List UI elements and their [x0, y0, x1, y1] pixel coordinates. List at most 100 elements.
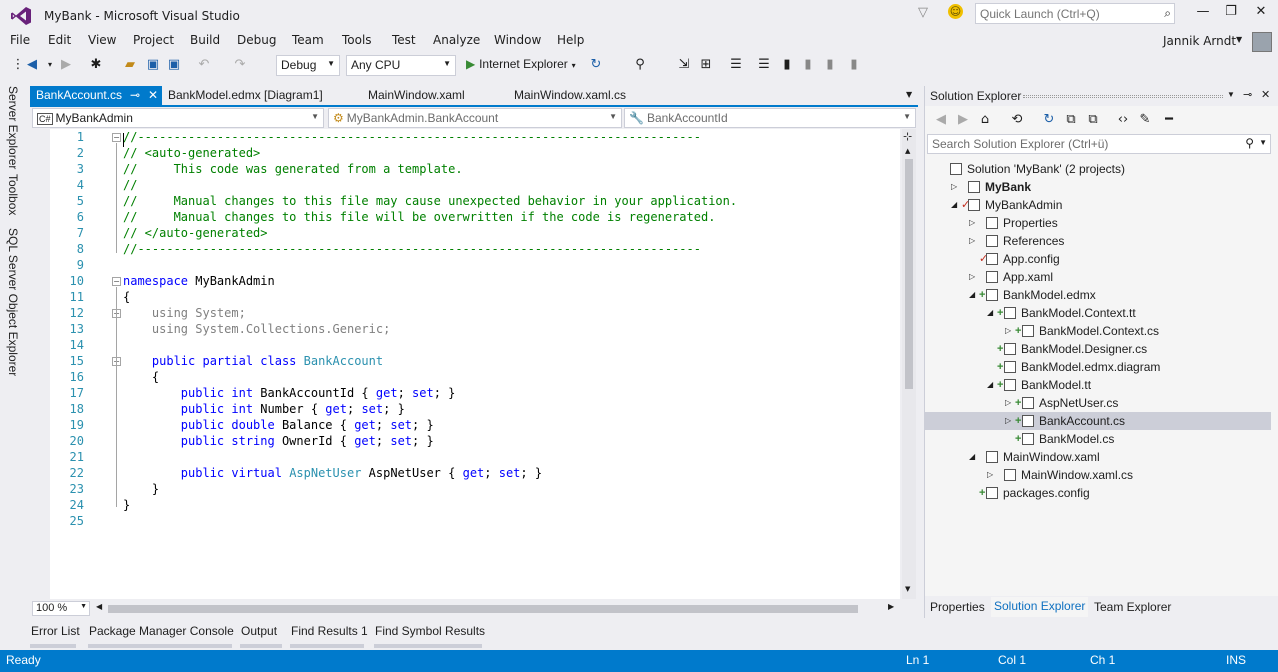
breakpoint-window-icon[interactable]: ⊞ [698, 57, 714, 72]
tree-item[interactable]: ▷ References [925, 232, 1271, 250]
save-all-icon[interactable]: ▣ [166, 57, 182, 72]
collapse-arrow-icon[interactable]: ◢ [987, 376, 993, 394]
tab-find-symbol-results[interactable]: Find Symbol Results [375, 624, 485, 638]
tab-solution-explorer[interactable]: Solution Explorer [991, 597, 1089, 617]
save-icon[interactable]: ▣ [145, 57, 161, 72]
tab-find-results-1[interactable]: Find Results 1 [291, 624, 368, 638]
quick-launch-input[interactable] [976, 4, 1156, 23]
notifications-icon[interactable]: ▽ [918, 5, 928, 20]
solution-configuration-combo[interactable]: Debug ▼ [276, 55, 340, 76]
scroll-up-icon[interactable]: ▲ [905, 147, 910, 155]
vertical-scroll-thumb[interactable] [905, 159, 913, 389]
tab-bankmodel-edmx[interactable]: BankModel.edmx [Diagram1] [162, 86, 329, 106]
maximize-button[interactable]: ❐ [1218, 4, 1244, 24]
menu-window[interactable]: Window [494, 33, 541, 47]
navigate-back-icon[interactable]: ◀ [24, 57, 40, 72]
chevron-down-icon[interactable]: ▼ [1227, 90, 1235, 99]
tree-item[interactable]: Solution 'MyBank' (2 projects) [925, 160, 1271, 178]
collapse-all-icon[interactable]: ⧉ [1063, 112, 1079, 127]
bookmark-icon[interactable]: ▮ [779, 57, 795, 72]
project-navigation-combo[interactable]: C# MyBankAdmin ▼ [32, 108, 324, 128]
menu-tools[interactable]: Tools [342, 33, 372, 47]
undo-icon[interactable]: ↶ [196, 57, 212, 72]
collapse-arrow-icon[interactable]: ◢ [951, 196, 957, 214]
expand-arrow-icon[interactable]: ▷ [969, 214, 975, 232]
expand-arrow-icon[interactable]: ▷ [951, 178, 957, 196]
show-all-files-icon[interactable]: ⧉ [1085, 112, 1101, 127]
menu-view[interactable]: View [88, 33, 116, 47]
tree-item[interactable]: ◢ MainWindow.xaml [925, 448, 1271, 466]
next-bookmark-icon[interactable]: ▮ [822, 57, 838, 72]
server-explorer-tab[interactable]: Server Explorer [6, 86, 20, 169]
view-code-icon[interactable]: ‹› [1115, 112, 1131, 127]
tree-item[interactable]: ▷ Properties [925, 214, 1271, 232]
new-project-icon[interactable]: ✱ [88, 57, 104, 72]
tree-item[interactable]: ◢ + BankModel.tt [925, 376, 1271, 394]
tab-mainwindow-xaml-cs[interactable]: MainWindow.xaml.cs [508, 86, 632, 106]
tab-error-list[interactable]: Error List [31, 624, 80, 638]
menu-project[interactable]: Project [133, 33, 174, 47]
comment-lines-icon[interactable]: ☰ [728, 57, 744, 72]
collapse-arrow-icon[interactable]: ◢ [969, 448, 975, 466]
tree-item[interactable]: ▷ + AspNetUser.cs [925, 394, 1271, 412]
redo-icon[interactable]: ↷ [232, 57, 248, 72]
tree-item[interactable]: + BankModel.cs [925, 430, 1271, 448]
forward-icon[interactable]: ▶ [955, 112, 971, 127]
menu-test[interactable]: Test [392, 33, 416, 47]
vertical-scrollbar[interactable]: ⊹ ▲ ▼ [902, 129, 916, 599]
tree-item[interactable]: ▷ App.xaml [925, 268, 1271, 286]
menu-file[interactable]: File [10, 33, 30, 47]
expand-arrow-icon[interactable]: ▷ [987, 466, 993, 484]
scroll-left-icon[interactable]: ◀ [96, 602, 102, 611]
navigate-forward-icon[interactable]: ▶ [58, 57, 74, 72]
menu-build[interactable]: Build [190, 33, 220, 47]
minimize-button[interactable]: — [1190, 4, 1216, 24]
tab-bankaccount-cs[interactable]: BankAccount.cs ⊸ ✕ [30, 86, 162, 106]
tree-item[interactable]: ◢ + BankModel.Context.tt [925, 304, 1271, 322]
fold-toggle-icon[interactable]: − [112, 133, 121, 142]
close-button[interactable]: ✕ [1248, 4, 1274, 24]
tree-item[interactable]: ▷ + BankAccount.cs [925, 412, 1271, 430]
step-into-icon[interactable]: ⇲ [676, 57, 692, 72]
menu-debug[interactable]: Debug [237, 33, 276, 47]
toolbox-tab[interactable]: Toolbox [6, 174, 20, 215]
collapse-arrow-icon[interactable]: ◢ [969, 286, 975, 304]
expand-arrow-icon[interactable]: ▷ [969, 232, 975, 250]
tree-item[interactable]: ▷ MainWindow.xaml.cs [925, 466, 1271, 484]
start-debugging-button[interactable]: ▶ Internet Explorer ▾ [466, 57, 576, 71]
history-icon[interactable]: ⟲ [1009, 112, 1025, 127]
scroll-right-icon[interactable]: ▶ [888, 602, 894, 611]
refresh-icon[interactable]: ↻ [1041, 112, 1057, 127]
menu-analyze[interactable]: Analyze [433, 33, 480, 47]
tree-item[interactable]: + BankModel.Designer.cs [925, 340, 1271, 358]
code-editor[interactable]: 1 //-------------------------------------… [30, 129, 900, 599]
avatar[interactable] [1252, 32, 1272, 52]
tree-item[interactable]: ◢ ✓ MyBankAdmin [925, 196, 1271, 214]
uncomment-lines-icon[interactable]: ☰ [756, 57, 772, 72]
close-tab-icon[interactable]: ✕ [148, 88, 158, 102]
back-icon[interactable]: ◀ [933, 112, 949, 127]
menu-team[interactable]: Team [292, 33, 324, 47]
tree-item[interactable]: ✓ App.config [925, 250, 1271, 268]
tab-mainwindow-xaml[interactable]: MainWindow.xaml [362, 86, 471, 106]
back-dropdown-icon[interactable]: ▾ [42, 60, 58, 69]
horizontal-scroll-thumb[interactable] [108, 605, 858, 613]
scroll-down-icon[interactable]: ▼ [905, 585, 910, 593]
type-navigation-combo[interactable]: ⚙ MyBankAdmin.BankAccount ▼ [328, 108, 622, 128]
split-editor-icon[interactable]: ⊹ [903, 130, 912, 143]
close-icon[interactable]: ✕ [1261, 88, 1270, 101]
tree-item[interactable]: ◢ + BankModel.edmx [925, 286, 1271, 304]
solution-search-input[interactable]: Search Solution Explorer (Ctrl+ü) ⚲ ▼ [927, 134, 1271, 154]
user-menu-chevron-icon[interactable]: ▼ [1236, 35, 1242, 44]
tab-overflow-chevron-icon[interactable]: ▼ [906, 90, 912, 99]
tab-properties[interactable]: Properties [930, 600, 985, 614]
previous-bookmark-icon[interactable]: ▮ [800, 57, 816, 72]
refresh-icon[interactable]: ↻ [588, 57, 604, 72]
sql-server-object-explorer-tab[interactable]: SQL Server Object Explorer [6, 228, 20, 376]
signed-in-user[interactable]: Jannik Arndt [1163, 34, 1236, 48]
zoom-combo[interactable]: 100 % ▼ [32, 601, 90, 616]
tab-team-explorer[interactable]: Team Explorer [1094, 600, 1171, 614]
pin-icon[interactable]: ⊸ [130, 88, 140, 102]
pin-icon[interactable]: ⊸ [1243, 88, 1252, 101]
tab-package-manager-console[interactable]: Package Manager Console [89, 624, 234, 638]
